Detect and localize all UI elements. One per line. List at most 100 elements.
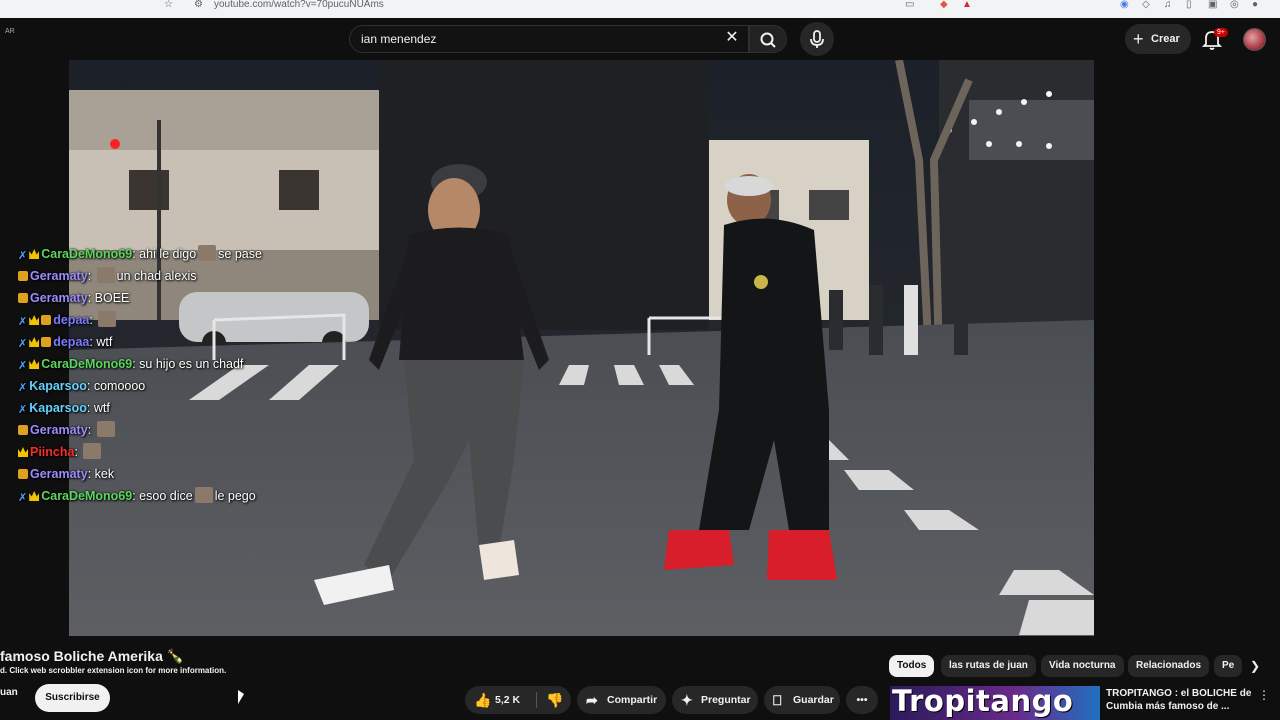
chat-text: su hijo es un chadf [139, 357, 244, 371]
extension-icon[interactable]: ◆ [940, 0, 948, 10]
more-actions-button[interactable]: ••• [846, 686, 878, 714]
chevron-right-icon[interactable]: ❯ [1245, 656, 1265, 676]
channel-name[interactable]: uan [0, 687, 18, 698]
chat-username: CaraDeMono69 [41, 489, 133, 503]
chat-emote [96, 421, 115, 437]
chat-message: ✗ CaraDeMono69: su hijo es un chadf [18, 357, 244, 372]
sword-badge-icon: ✗ [18, 338, 28, 350]
ask-label: Preguntar [701, 694, 751, 706]
music-extension-icon[interactable]: ♫ [1164, 0, 1172, 10]
search-icon [760, 32, 776, 48]
microphone-icon [810, 30, 824, 48]
sword-badge-icon: ✗ [18, 316, 28, 328]
more-vert-icon[interactable]: ⋮ [1258, 688, 1270, 702]
chat-text: wtf [93, 401, 110, 415]
chat-username: depaa [53, 313, 90, 327]
more-dots-icon: ••• [856, 694, 868, 706]
share-label: Compartir [607, 694, 658, 706]
chat-username: Geramaty [30, 291, 88, 305]
like-button[interactable]: 👍 5,2 K [465, 686, 537, 714]
chat-emote [198, 245, 217, 261]
chat-text: un chad alexis [116, 269, 197, 283]
search-input[interactable]: ian menendez [349, 25, 749, 53]
chat-username: Piincha [30, 445, 75, 459]
chip-filter[interactable]: Pe [1214, 655, 1242, 677]
region-code: AR [5, 28, 15, 35]
chat-message: Geramaty: [18, 419, 318, 441]
sword-badge-icon: ✗ [18, 404, 28, 416]
plus-icon: + [1133, 29, 1144, 49]
install-app-icon[interactable]: ▭ [905, 0, 914, 10]
chat-emote [83, 443, 102, 459]
chat-message: ✗ Kaparsoo: wtf [18, 401, 110, 416]
chat-text: BOEE [94, 291, 130, 305]
chat-text: le pego [214, 489, 256, 503]
account-avatar[interactable] [1243, 28, 1266, 51]
address-bar[interactable]: youtube.com/watch?v=70pucuNUAms [214, 0, 384, 10]
create-label: Crear [1151, 33, 1180, 45]
dislike-button[interactable]: 👎 [537, 686, 571, 714]
chat-username: Geramaty [30, 269, 88, 283]
youtube-watch-page: ☆ ⚙ youtube.com/watch?v=70pucuNUAms ▭ ◆ … [0, 0, 1280, 720]
sidebar-icon[interactable]: ▯ [1186, 0, 1192, 10]
youtube-header: AR ian menendez ✕ + Crear 9+ [0, 18, 1280, 60]
recommended-video-thumbnail[interactable]: Tropitango [890, 686, 1100, 720]
chip-filter[interactable]: Vida nocturna [1041, 655, 1124, 677]
extensions-icon[interactable]: ▣ [1208, 0, 1217, 10]
scrobbler-notice: d. Click web scrobbler extension icon fo… [0, 666, 227, 675]
chat-text: kek [94, 467, 115, 481]
create-button[interactable]: + Crear [1125, 24, 1191, 54]
bookmark-icon[interactable]: ☆ [164, 0, 174, 10]
crown-badge-icon [18, 447, 28, 457]
thumbs-up-icon: 👍 [474, 692, 492, 708]
bookmark-icon: ⎕ [773, 692, 782, 708]
chat-username: Geramaty [30, 423, 88, 437]
chat-message: ✗ CaraDeMono69: ahi le digo se pase [18, 245, 262, 262]
sword-badge-icon: ✗ [18, 360, 28, 372]
chat-text: comoooo [93, 379, 146, 393]
chat-message: Geramaty: kek [18, 463, 318, 485]
chat-message: ✗ CaraDeMono69: esoo dice le pego [18, 487, 256, 504]
chat-text: esoo dice [139, 489, 193, 503]
chat-overlay: ✗ CaraDeMono69: ahi le digo se pase Geramat… [18, 243, 318, 507]
site-info-icon[interactable]: ⚙ [194, 0, 203, 10]
chat-username: CaraDeMono69 [41, 357, 133, 371]
crown-badge-icon [29, 359, 40, 369]
chat-username: Kaparsoo [29, 401, 87, 415]
chip-filter[interactable]: Relacionados [1128, 655, 1210, 677]
browser-toolbar: ☆ ⚙ youtube.com/watch?v=70pucuNUAms ▭ ◆ … [0, 0, 1280, 18]
box-badge-icon [18, 469, 28, 479]
chat-message: Piincha: [18, 441, 318, 463]
sword-badge-icon: ✗ [18, 250, 28, 262]
extension-icon[interactable]: ◇ [1142, 0, 1150, 10]
clear-search-icon[interactable]: ✕ [722, 28, 742, 48]
chat-username: Geramaty [30, 467, 88, 481]
extension-warning-icon[interactable]: ▲ [962, 0, 972, 10]
profile-icon[interactable]: ● [1252, 0, 1258, 10]
recommended-video-title[interactable]: TROPITANGO : el BOLICHE de Cumbia más fa… [1106, 687, 1256, 713]
chat-message: ✗ depaa: [18, 309, 318, 331]
chat-username: depaa [53, 335, 90, 349]
save-button[interactable]: ⎕ Guardar [764, 686, 840, 714]
box-badge-icon [41, 337, 52, 347]
chat-message: ✗ depaa: wtf [18, 335, 113, 350]
ask-button[interactable]: ✦ Preguntar [672, 686, 758, 714]
search-button[interactable] [749, 25, 787, 53]
chip-filter[interactable]: las rutas de juan [941, 655, 1036, 677]
subscribe-button[interactable]: Suscribirse [35, 684, 110, 712]
crown-badge-icon [29, 249, 40, 259]
chat-emote [194, 487, 213, 503]
chat-text: ahi le digo [139, 247, 197, 261]
chat-message: Geramaty: un chad alexis [18, 265, 318, 287]
share-button[interactable]: ➦ Compartir [577, 686, 666, 714]
voice-search-button[interactable] [800, 22, 834, 56]
crown-badge-icon [29, 491, 40, 501]
sword-badge-icon: ✗ [18, 492, 28, 504]
shield-icon[interactable]: ◎ [1230, 0, 1239, 10]
chat-text: wtf [96, 335, 113, 349]
sword-badge-icon: ✗ [18, 382, 28, 394]
chip-filter[interactable]: Todos [889, 655, 935, 677]
extension-icon[interactable]: ◉ [1120, 0, 1129, 10]
box-badge-icon [18, 293, 28, 303]
chat-message: ✗ Kaparsoo: comoooo [18, 379, 146, 394]
